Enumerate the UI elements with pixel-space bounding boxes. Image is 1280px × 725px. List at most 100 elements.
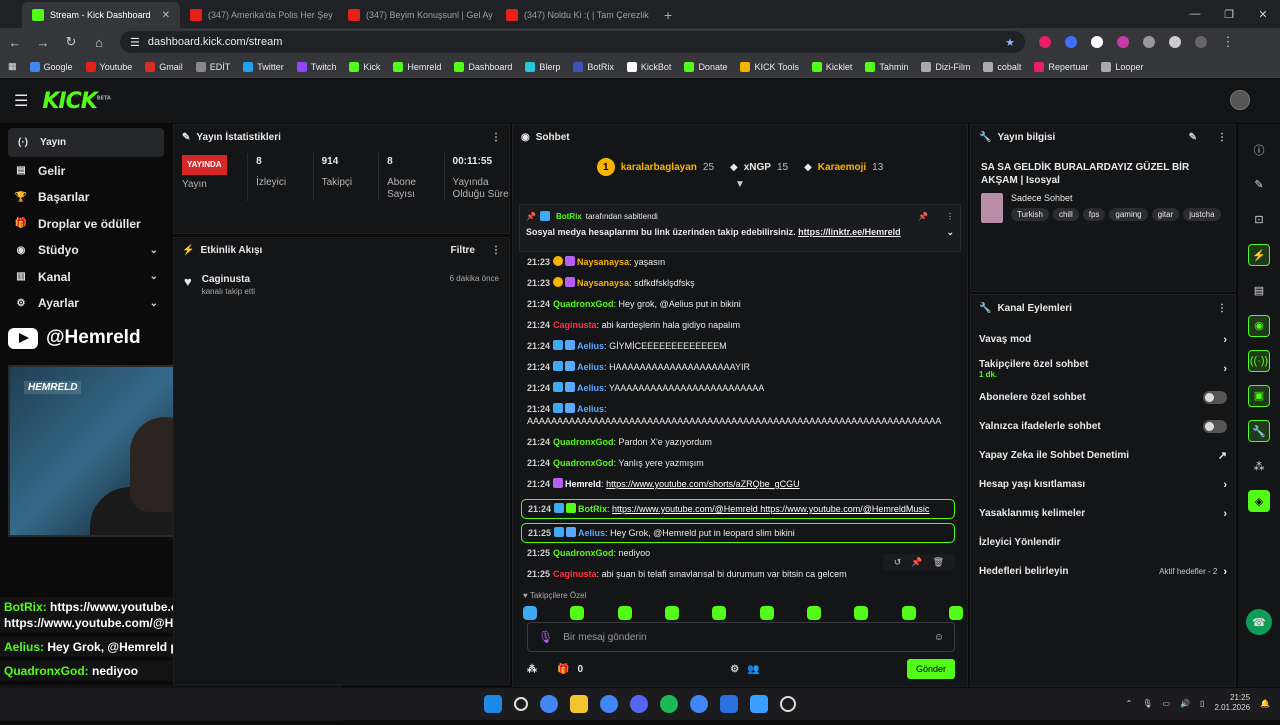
sidebar-item[interactable]: 🏆 Başarılar [8,184,164,210]
bookmark-item[interactable]: Hemreld [393,61,441,72]
emote-icon[interactable] [617,606,632,620]
bookmark-item[interactable]: Twitch [296,61,336,72]
collapse-icon[interactable]: ▼ [513,179,967,190]
bookmark-item[interactable]: Dizi-Film [921,61,970,72]
bookmark-item[interactable]: Donate [684,61,727,72]
chat-message[interactable]: 21:23 Naysanaysa: yaşasın [527,256,955,268]
notifications-icon[interactable]: 🔔 [1260,699,1270,708]
browser-tab[interactable]: (347) Beyim Konuşsunl | Gel Ay✕ [338,2,496,28]
browser-tab[interactable]: Stream - Kick Dashboard ✕ [22,2,180,28]
maximize-button[interactable]: ❐ [1212,0,1246,28]
channel-action-item[interactable]: Yapay Zeka ile Sohbet Denetimi ↗ [971,441,1235,470]
message-user[interactable]: QuadronxGod [553,437,614,447]
sidebar-item[interactable]: ▥ Kanal ⌄ [8,264,164,290]
extensions-puzzle-icon[interactable] [1169,36,1181,48]
browser-tab[interactable]: (347) Noldu Ki :( | Tam Çerezlik✕ [496,2,654,28]
app-icon[interactable] [720,695,738,713]
category-name[interactable]: Sadece Sohbet [1011,193,1225,203]
delete-icon[interactable]: 🗑 [933,557,944,567]
user-avatar[interactable] [1230,90,1250,110]
message-user[interactable]: QuadronxGod [553,548,614,558]
message-user[interactable]: Aelius [577,362,604,372]
reload-icon[interactable]: ↻ [64,34,78,50]
chat-input[interactable]: 🎙 Bir mesaj gönderin ☺ [527,622,955,652]
message-link[interactable]: https://www.youtube.com/@Hemreld https:/… [612,504,929,514]
reply-icon[interactable]: ↺ [894,557,902,567]
bolt-icon[interactable]: ⚡ [1248,244,1270,267]
bookmark-item[interactable]: Repertuar [1034,61,1088,72]
extension-icon[interactable] [1065,36,1077,48]
chat-message[interactable]: 21:25 Aelius: Hey Grok, @Hemreld put in l… [521,523,955,543]
emote-icon[interactable] [806,606,821,620]
sidebar-item[interactable]: 🎁 Droplar ve ödüller [8,211,164,237]
channel-action-item[interactable]: Hesap yaşı kısıtlaması › [971,470,1235,499]
channel-action-item[interactable]: Vavaş mod › [971,325,1235,354]
emote-icon[interactable] [712,606,727,620]
more-options-icon[interactable]: ⋮ [946,212,954,221]
chevron-right-icon[interactable]: › [1223,334,1227,346]
bookmark-item[interactable]: Google [29,61,73,72]
chevron-up-icon[interactable]: ⌃ [1126,699,1133,708]
hamburger-menu-icon[interactable]: ☰ [14,91,28,111]
chat-message[interactable]: 21:24 Aelius: AAAAAAAAAAAAAAAAAAAAAAAAAAA… [527,403,955,427]
message-user[interactable]: Naysanaysa [577,278,629,288]
bookmark-item[interactable]: Twitter [243,61,284,72]
bookmark-item[interactable]: cobalt [983,61,1021,72]
extension-icon[interactable] [1039,36,1051,48]
leaderboard-entry[interactable]: 1 karalarbaglayan 25 [596,158,714,176]
toggle-switch[interactable] [1203,391,1227,404]
emote-icon[interactable] [759,606,774,620]
chevron-down-icon[interactable]: ⌄ [150,298,158,309]
bookmark-star-icon[interactable]: ★ [1005,36,1015,49]
stream-tag[interactable]: chill [1052,208,1079,221]
message-user[interactable]: Caginusta [553,320,597,330]
emoji-icon[interactable]: ☺ [934,632,944,643]
close-tab-icon[interactable]: ✕ [162,10,170,21]
back-icon[interactable]: ← [8,35,22,50]
bookmark-item[interactable]: Dashboard [454,61,512,72]
chat-settings-icon[interactable]: ⚙ [730,664,739,675]
leaderboard-entry[interactable]: ◆ xNGP 15 [730,162,788,173]
channel-action-item[interactable]: İzleyici Yönlendir [971,528,1235,557]
screenshot-icon[interactable]: ⊡ [1248,209,1270,231]
pinned-by[interactable]: BotRix [556,212,582,221]
bookmark-item[interactable]: Tahmin [865,61,908,72]
message-user[interactable]: Naysanaysa [577,257,629,267]
emote-icon[interactable] [854,606,869,620]
more-options-icon[interactable]: ⋮ [491,245,501,256]
info-icon[interactable]: ⓘ [1248,139,1270,161]
chrome-icon[interactable] [600,695,618,713]
more-options-icon[interactable]: ⋮ [1217,303,1227,314]
points-icon[interactable]: ⁂ [527,664,537,675]
bookmark-item[interactable]: Kicklet [811,61,852,72]
bookmark-item[interactable]: Youtube [85,61,132,72]
stream-tag[interactable]: gaming [1109,208,1148,221]
channel-action-item[interactable]: Yalnızca ifadelerle sohbet [971,412,1235,441]
chevron-down-icon[interactable]: ⌄ [150,271,158,282]
clock[interactable]: 21:25 2.01.2026 [1214,693,1250,713]
toggle-switch[interactable] [1203,420,1227,433]
leaderboard-entry[interactable]: ◆ Karaemoji 13 [804,162,883,173]
sidebar-item[interactable]: (·) Yayın [8,128,164,157]
emote-icon[interactable] [948,606,963,620]
channel-action-item[interactable]: Hedefleri belirleyin Aktif hedefler - 2 › [971,557,1235,586]
wrench-icon[interactable]: 🔧 [1248,420,1270,443]
chat-message[interactable]: 21:24 Aelius: GİYMİCEEEEEEEEEEEEEM [527,340,955,352]
chat-message[interactable]: 21:24 QuadronxGod: Yanlış yere yazmışım [527,457,955,469]
support-icon[interactable]: ☎ [1246,609,1272,636]
windows-start-icon[interactable] [484,695,502,713]
message-user[interactable]: Aelius [577,341,604,351]
chat-message[interactable]: 21:24 BotRix: https://www.youtube.com/@He… [521,499,955,519]
extension-icon[interactable] [1143,36,1155,48]
sidebar-item[interactable]: ◉ Stüdyo ⌄ [8,237,164,263]
stream-tag[interactable]: fps [1082,208,1106,221]
discord-icon[interactable] [630,695,648,713]
chrome-icon[interactable] [690,695,708,713]
chat-bubble-icon[interactable]: ◉ [1248,314,1270,337]
pin-icon[interactable]: 📌 [911,557,922,567]
chat-message[interactable]: 21:24 Hemreld: https://www.youtube.com/sh… [527,478,955,490]
chat-message[interactable]: 21:24 QuadronxGod: Pardon X'e yazıyordum [527,436,955,448]
chevron-right-icon[interactable]: › [1223,479,1227,491]
spotify-icon[interactable] [660,695,678,713]
chrome-icon[interactable] [540,695,558,713]
